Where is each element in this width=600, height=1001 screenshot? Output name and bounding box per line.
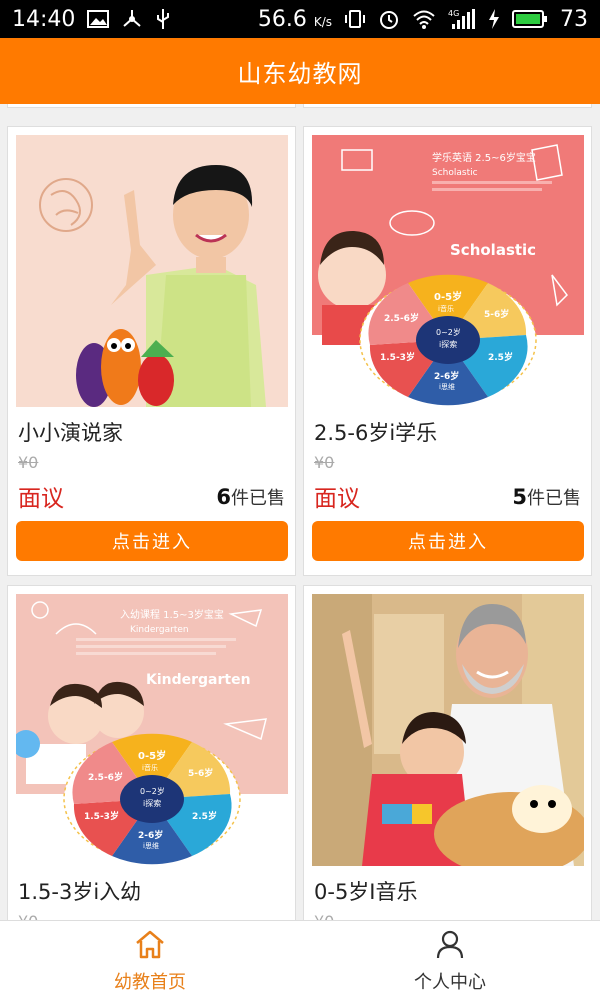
battery-level: 73	[560, 6, 588, 32]
share-icon	[121, 8, 143, 30]
wheel-segment-bottom: 2-6岁	[138, 829, 163, 841]
wheel-segment-bottom-sub: i思维	[439, 382, 455, 391]
gallery-icon	[87, 10, 110, 28]
product-card[interactable]: 小小演说家 ¥0 面议 6件已售 点击进入	[7, 126, 296, 576]
usb-icon	[155, 7, 171, 31]
sold-count: 6件已售	[216, 484, 285, 510]
charging-icon	[488, 9, 500, 29]
tab-home-label: 幼教首页	[114, 971, 186, 993]
wheel-center-age: 0~2岁	[436, 327, 461, 337]
original-price: ¥0	[18, 453, 39, 472]
image-heading: 入幼课程 1.5~3岁宝宝	[120, 608, 224, 621]
wheel-segment-left: 2.5-6岁	[88, 771, 123, 783]
wifi-icon	[412, 9, 436, 29]
signal-icon: 4G	[448, 8, 476, 30]
network-speed: 56.6	[257, 6, 307, 32]
product-card[interactable]: 入幼课程 1.5~3岁宝宝 Kindergarten Kindergarten	[7, 585, 296, 920]
wheel-segment-right: 5-6岁	[484, 308, 509, 320]
product-image[interactable]: 学乐英语 2.5~6岁宝宝 Scholastic Scholastic 0~2岁…	[312, 135, 584, 407]
sold-suffix: 件已售	[231, 488, 285, 509]
wheel-segment-bottom-right: 2.5岁	[488, 351, 513, 363]
alarm-icon	[378, 8, 400, 30]
wheel-center-label: i探索	[143, 798, 161, 808]
sold-number: 5	[512, 485, 527, 509]
wheel-segment-top: 0-5岁	[138, 749, 166, 762]
product-price: 面议	[314, 486, 360, 512]
sold-suffix: 件已售	[527, 488, 581, 509]
wheel-segment-bottom-sub: i思维	[143, 841, 159, 850]
wheel-segment-top: 0-5岁	[434, 290, 462, 303]
product-image[interactable]	[16, 135, 288, 407]
page-title: 山东幼教网	[237, 59, 363, 88]
tab-home[interactable]: 幼教首页	[0, 921, 300, 1001]
product-grid[interactable]: 小小演说家 ¥0 面议 6件已售 点击进入 学乐英语 2.5~6岁宝宝 Scho…	[0, 104, 600, 920]
sold-number: 6	[216, 485, 231, 509]
bottom-tab-bar: 幼教首页 个人中心	[0, 920, 600, 1001]
network-type: 4G	[448, 9, 459, 18]
wheel-segment-bottom-left: 1.5-3岁	[84, 810, 119, 822]
enter-button[interactable]: 点击进入	[312, 521, 584, 561]
status-bar: 14:40 56.6 K/s 4G 73	[0, 0, 600, 38]
original-price: ¥0	[18, 912, 38, 920]
home-icon	[134, 929, 166, 964]
image-brand: Scholastic	[450, 241, 536, 259]
product-card[interactable]: 学乐英语 2.5~6岁宝宝 Scholastic Scholastic 0~2岁…	[303, 126, 592, 576]
image-subheading: Scholastic	[432, 168, 478, 178]
tab-profile[interactable]: 个人中心	[300, 921, 600, 1001]
product-card[interactable]: 0-5岁I音乐 ¥0	[303, 585, 592, 920]
sold-count: 5件已售	[512, 484, 581, 510]
product-title: 2.5-6岁i学乐	[314, 421, 438, 445]
wheel-segment-top-sub: i音乐	[142, 763, 158, 772]
original-price: ¥0	[314, 453, 335, 472]
wheel-segment-bottom-left: 1.5-3岁	[380, 351, 415, 363]
product-title: 小小演说家	[18, 421, 123, 445]
vibrate-icon	[344, 9, 366, 29]
wheel-segment-left: 2.5-6岁	[384, 312, 419, 324]
product-title: 0-5岁I音乐	[314, 880, 418, 904]
person-icon	[435, 929, 465, 964]
product-card	[7, 104, 296, 108]
original-price: ¥0	[314, 912, 334, 920]
battery-icon	[512, 9, 548, 29]
status-time: 14:40	[12, 6, 76, 32]
wheel-segment-bottom-right: 2.5岁	[192, 810, 217, 822]
wheel-segment-bottom: 2-6岁	[434, 370, 459, 382]
product-title: 1.5-3岁i入幼	[18, 880, 142, 904]
product-card	[303, 104, 592, 108]
wheel-center-label: i探索	[439, 339, 457, 349]
wheel-segment-top-sub: i音乐	[438, 304, 454, 313]
product-price: 面议	[18, 486, 64, 512]
app-header: 山东幼教网	[0, 38, 600, 104]
image-heading: 学乐英语 2.5~6岁宝宝	[432, 151, 536, 164]
image-subheading: Kindergarten	[130, 625, 189, 635]
enter-button[interactable]: 点击进入	[16, 521, 288, 561]
product-image[interactable]	[312, 594, 584, 866]
image-brand: Kindergarten	[146, 672, 251, 688]
tab-profile-label: 个人中心	[414, 971, 486, 993]
network-speed-unit: K/s	[313, 14, 332, 29]
product-image[interactable]: 入幼课程 1.5~3岁宝宝 Kindergarten Kindergarten	[16, 594, 288, 866]
wheel-segment-right: 5-6岁	[188, 767, 213, 779]
wheel-center-age: 0~2岁	[140, 786, 165, 796]
